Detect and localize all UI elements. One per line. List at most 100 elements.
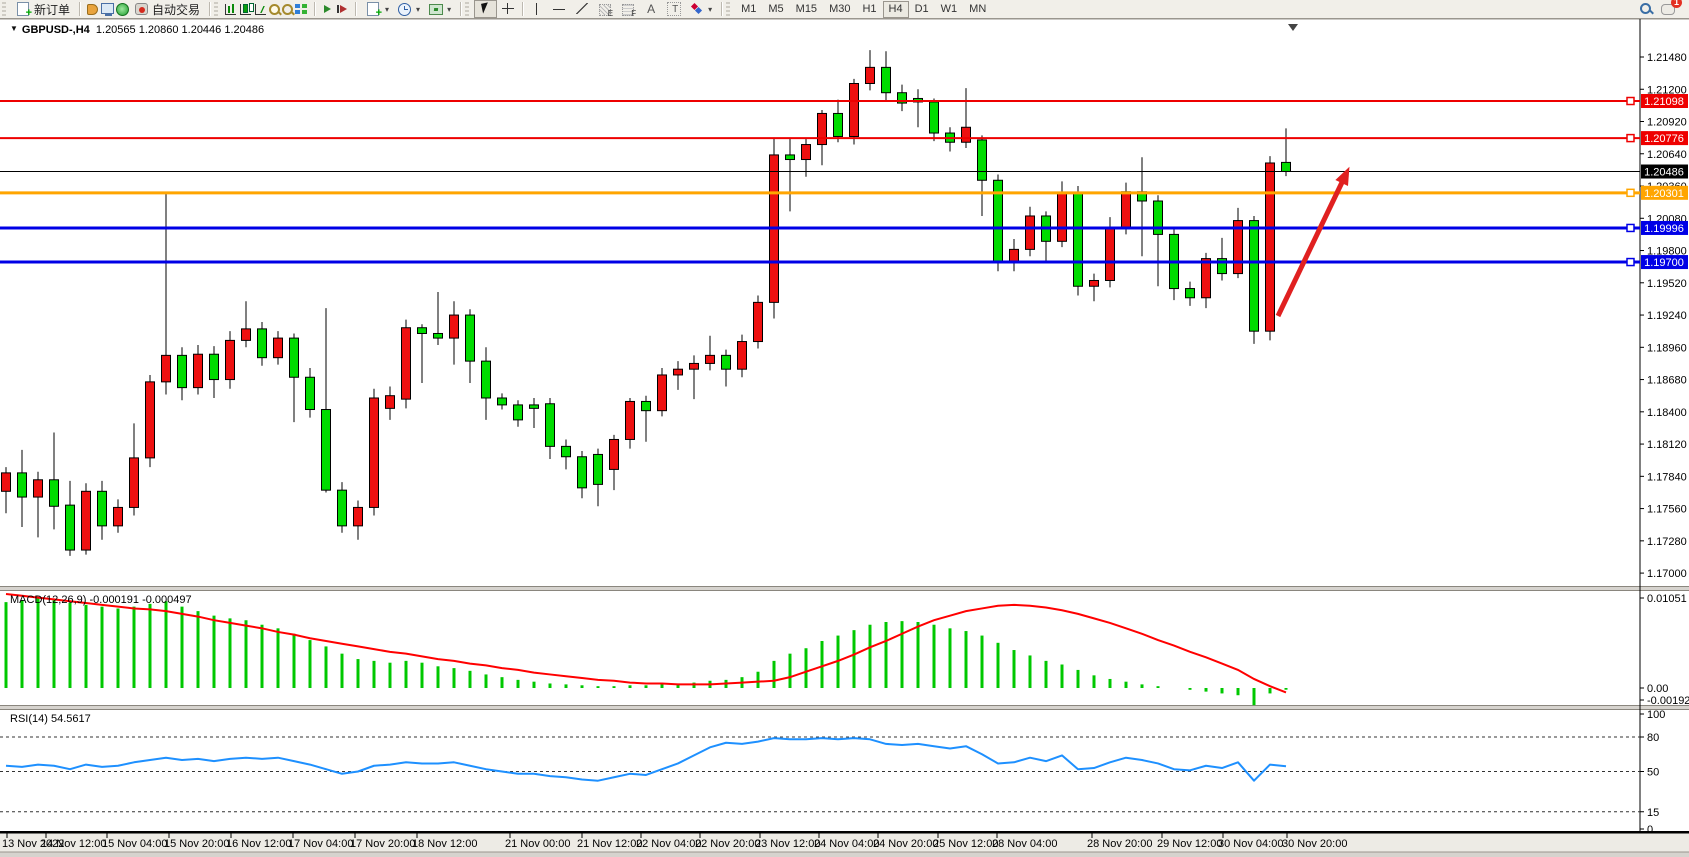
- candle-body: [1122, 192, 1131, 229]
- rsi-value: 54.5617: [51, 713, 91, 725]
- zoom-out-icon[interactable]: [281, 3, 294, 16]
- timeframe-m15-button[interactable]: M15: [790, 1, 823, 18]
- candle-body: [498, 398, 507, 405]
- candle-body: [242, 329, 251, 341]
- autotrading-button[interactable]: 自动交易: [130, 0, 204, 18]
- candle-body: [1090, 280, 1099, 286]
- trendline-tool-button[interactable]: [571, 0, 594, 18]
- arrows-tool-button[interactable]: ▾: [685, 0, 716, 18]
- collapse-triangle-icon[interactable]: ▼: [10, 24, 18, 33]
- timeframe-mn-button[interactable]: MN: [963, 1, 992, 18]
- time-axis-label: 25 Nov 12:00: [933, 838, 998, 850]
- candlestick-chart-icon[interactable]: [240, 4, 251, 15]
- new-order-label: 新订单: [34, 1, 70, 18]
- arrows-icon: [689, 2, 704, 16]
- price-tick-label: 1.19240: [1647, 310, 1687, 322]
- candle-body: [434, 333, 443, 338]
- candle-body: [962, 127, 971, 142]
- candle-body: [722, 355, 731, 369]
- candle-body: [1266, 163, 1275, 331]
- new-chart-icon: [367, 2, 379, 16]
- new-order-icon: [17, 2, 29, 16]
- rsi-axis-label: 0: [1647, 824, 1653, 836]
- hline-handle[interactable]: [1627, 98, 1634, 105]
- timeframe-m30-button[interactable]: M30: [823, 1, 856, 18]
- macd-name: MACD(12,26,9): [10, 594, 86, 606]
- chat-icon[interactable]: 1: [1661, 2, 1676, 16]
- time-axis-label: 28 Nov 20:00: [1087, 838, 1152, 850]
- auto-scroll-icon[interactable]: [320, 2, 335, 16]
- price-badge-label: 1.19700: [1644, 257, 1684, 269]
- candle-body: [578, 457, 587, 488]
- time-axis-label: 23 Nov 12:00: [755, 838, 820, 850]
- candle-body: [258, 329, 267, 358]
- sound-icon[interactable]: [85, 2, 100, 16]
- candle-body: [562, 446, 571, 456]
- tile-windows-icon[interactable]: [294, 2, 309, 16]
- hline-handle[interactable]: [1627, 224, 1634, 231]
- macd-values: -0.000191 -0.000497: [89, 594, 191, 606]
- clock-icon: [397, 2, 412, 16]
- candle-body: [466, 315, 475, 361]
- channel-tool-button[interactable]: [594, 0, 617, 18]
- market-watch-icon[interactable]: [100, 2, 115, 16]
- rsi-pane[interactable]: [0, 710, 1689, 831]
- vline-tool-button[interactable]: [525, 0, 548, 18]
- price-tick-label: 1.19520: [1647, 278, 1687, 290]
- time-axis-label: 15 Nov 20:00: [164, 838, 229, 850]
- chart-canvas[interactable]: 1.214801.212001.209201.206401.203601.200…: [0, 18, 1689, 857]
- time-axis-label: 29 Nov 12:00: [1157, 838, 1222, 850]
- candle-body: [706, 355, 715, 363]
- time-axis-label: 24 Nov 20:00: [873, 838, 938, 850]
- fibonacci-tool-button[interactable]: [617, 0, 640, 18]
- main-chart-pane[interactable]: [0, 19, 1689, 586]
- price-badge-label: 1.20776: [1644, 133, 1684, 145]
- chart-shift-icon[interactable]: [335, 2, 350, 16]
- price-tick-label: 1.20920: [1647, 117, 1687, 129]
- price-badge-label: 1.21098: [1644, 96, 1684, 108]
- text-tool-button[interactable]: [640, 0, 663, 18]
- candle-body: [450, 315, 459, 338]
- timeframe-w1-button[interactable]: W1: [935, 1, 964, 18]
- timeframe-d1-button[interactable]: D1: [909, 1, 935, 18]
- hline-handle[interactable]: [1627, 259, 1634, 266]
- time-axis-label: 15 Nov 04:00: [102, 838, 167, 850]
- cursor-tool-button[interactable]: [474, 0, 497, 18]
- candle-body: [18, 473, 27, 497]
- rsi-axis-label: 100: [1647, 709, 1665, 721]
- crosshair-tool-button[interactable]: [497, 0, 520, 18]
- web-community-icon[interactable]: [115, 2, 130, 16]
- candle-body: [178, 355, 187, 387]
- search-icon[interactable]: [1639, 2, 1653, 16]
- candle-body: [1106, 229, 1115, 281]
- timeframe-m5-button[interactable]: M5: [762, 1, 789, 18]
- label-tool-button[interactable]: [663, 0, 685, 18]
- toolbar-grip[interactable]: [2, 2, 6, 16]
- candle-body: [338, 490, 347, 526]
- line-chart-icon[interactable]: [255, 4, 266, 15]
- hline-handle[interactable]: [1627, 135, 1634, 142]
- timeframe-m1-button[interactable]: M1: [735, 1, 762, 18]
- candle-body: [418, 328, 427, 334]
- macd-pane[interactable]: [0, 591, 1689, 705]
- price-tick-label: 1.17280: [1647, 536, 1687, 548]
- candle-body: [1026, 216, 1035, 249]
- candle-body: [674, 369, 683, 375]
- zoom-in-icon[interactable]: [268, 3, 281, 16]
- text-icon: [644, 2, 659, 16]
- periodicity-button[interactable]: ▾: [393, 0, 424, 18]
- new-order-button[interactable]: 新订单: [11, 0, 74, 18]
- main-toolbar: 新订单 自动交易 ▾ ▾: [0, 0, 1689, 19]
- candle-body: [818, 113, 827, 144]
- price-tick-label: 1.18120: [1647, 439, 1687, 451]
- template-button[interactable]: ▾: [424, 0, 455, 18]
- timeframe-h4-button[interactable]: H4: [883, 1, 909, 18]
- timeframe-h1-button[interactable]: H1: [856, 1, 882, 18]
- candle-body: [834, 113, 843, 136]
- new-chart-button[interactable]: ▾: [361, 0, 393, 18]
- hline-tool-button[interactable]: [548, 0, 571, 18]
- hline-handle[interactable]: [1627, 189, 1634, 196]
- bar-chart-icon[interactable]: [225, 4, 236, 15]
- fibonacci-icon: [621, 2, 636, 16]
- rsi-label: RSI(14) 54.5617: [10, 713, 91, 725]
